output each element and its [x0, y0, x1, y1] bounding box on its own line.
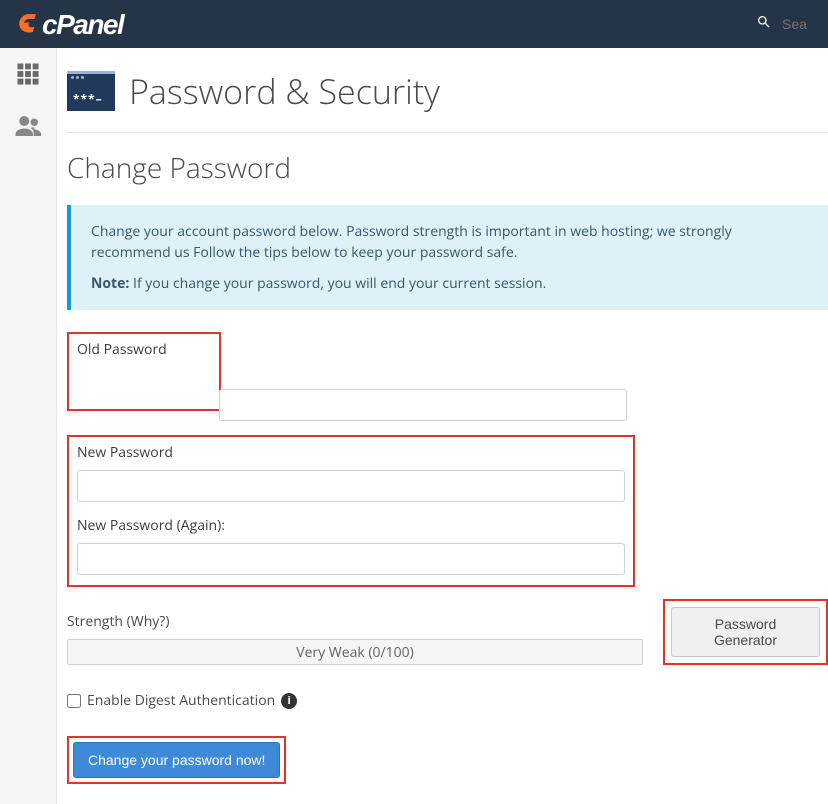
- old-password-group: Old Password: [67, 332, 221, 411]
- new-password-again-input[interactable]: [77, 543, 625, 575]
- apps-grid-icon[interactable]: [14, 60, 42, 93]
- digest-auth-checkbox[interactable]: [67, 694, 81, 708]
- search-area: [756, 13, 812, 35]
- page-title: Password & Security: [129, 68, 440, 114]
- search-input[interactable]: [782, 16, 812, 32]
- search-icon[interactable]: [756, 13, 772, 35]
- info-text-1: Change your account password below. Pass…: [91, 221, 808, 263]
- new-password-group: New Password New Password (Again):: [67, 435, 635, 587]
- new-password-input[interactable]: [77, 470, 625, 502]
- new-password-label: New Password: [77, 443, 625, 462]
- password-generator-highlight: Password Generator: [663, 599, 828, 665]
- digest-auth-label: Enable Digest Authentication: [87, 691, 275, 710]
- new-password-again-label: New Password (Again):: [77, 516, 625, 535]
- password-generator-button[interactable]: Password Generator: [671, 607, 820, 657]
- info-text-2: Note: If you change your password, you w…: [91, 273, 808, 294]
- password-security-icon: ***–: [67, 71, 115, 111]
- strength-meter: Very Weak (0/100): [67, 639, 643, 665]
- strength-label: Strength (Why?): [67, 612, 643, 631]
- info-box: Change your account password below. Pass…: [67, 205, 828, 310]
- cpanel-logo[interactable]: cPanel: [16, 5, 123, 43]
- info-icon[interactable]: i: [281, 693, 297, 709]
- old-password-input[interactable]: [219, 389, 627, 421]
- users-icon[interactable]: [13, 111, 43, 146]
- divider: [67, 132, 828, 133]
- change-password-button[interactable]: Change your password now!: [73, 742, 280, 778]
- section-title: Change Password: [67, 149, 828, 187]
- old-password-label: Old Password: [77, 340, 211, 359]
- submit-highlight: Change your password now!: [67, 736, 286, 784]
